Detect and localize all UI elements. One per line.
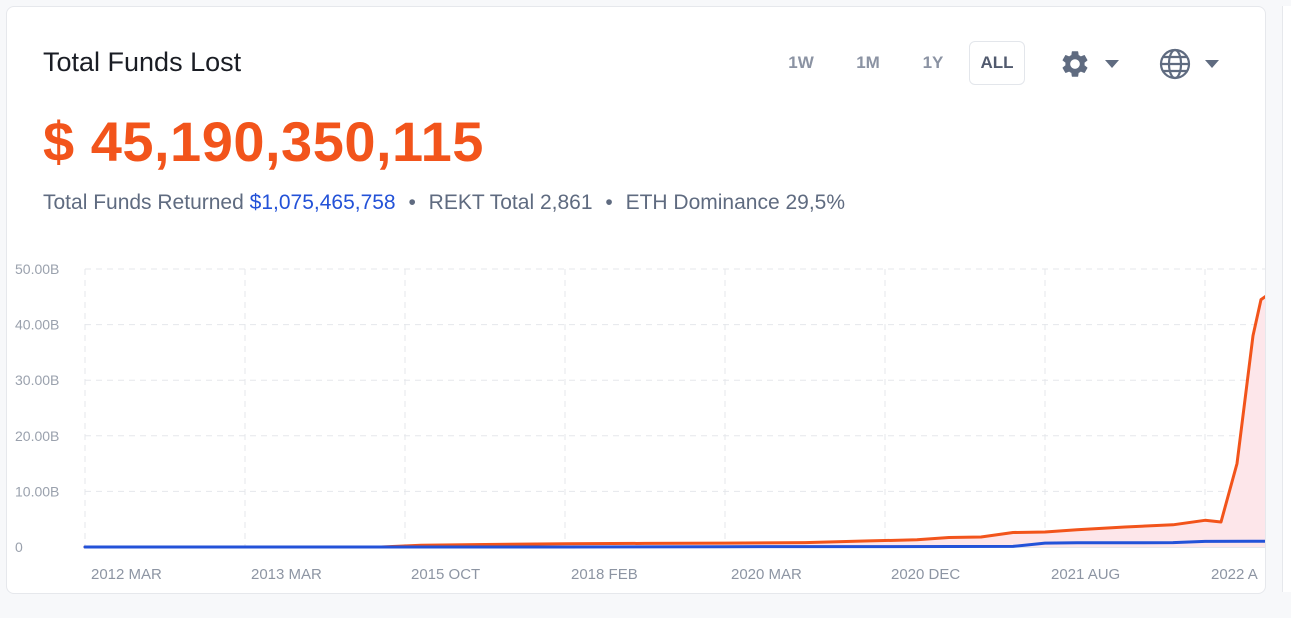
adjacent-panel-edge: [1282, 6, 1291, 592]
y-tick-label: 10.00B: [15, 483, 59, 499]
y-tick-label: 0: [15, 539, 23, 555]
x-tick-label: 2020 DEC: [891, 566, 960, 583]
y-tick-label: 20.00B: [15, 428, 59, 444]
x-tick-label: 2020 MAR: [731, 566, 802, 583]
series-line-funds-lost: [83, 294, 1265, 549]
funds-chart: 0 10.00B 20.00B 30.00B 40.00B 50.00B 2012 MAR 2…: [15, 261, 1265, 583]
x-tick-label: 2013 MAR: [251, 566, 322, 583]
series-area-fill: [85, 296, 1265, 547]
x-tick-label: 2021 AUG: [1051, 566, 1120, 583]
y-tick-label: 50.00B: [15, 261, 59, 277]
x-tick-label: 2018 FEB: [571, 566, 638, 583]
x-tick-label: 2022 A: [1211, 566, 1258, 583]
x-tick-label: 2015 OCT: [411, 566, 480, 583]
x-tick-label: 2012 MAR: [91, 566, 162, 583]
funds-lost-card: Total Funds Lost 1W 1M 1Y ALL $ 45,190,3…: [6, 6, 1266, 594]
y-tick-label: 30.00B: [15, 372, 59, 388]
y-tick-label: 40.00B: [15, 317, 59, 333]
